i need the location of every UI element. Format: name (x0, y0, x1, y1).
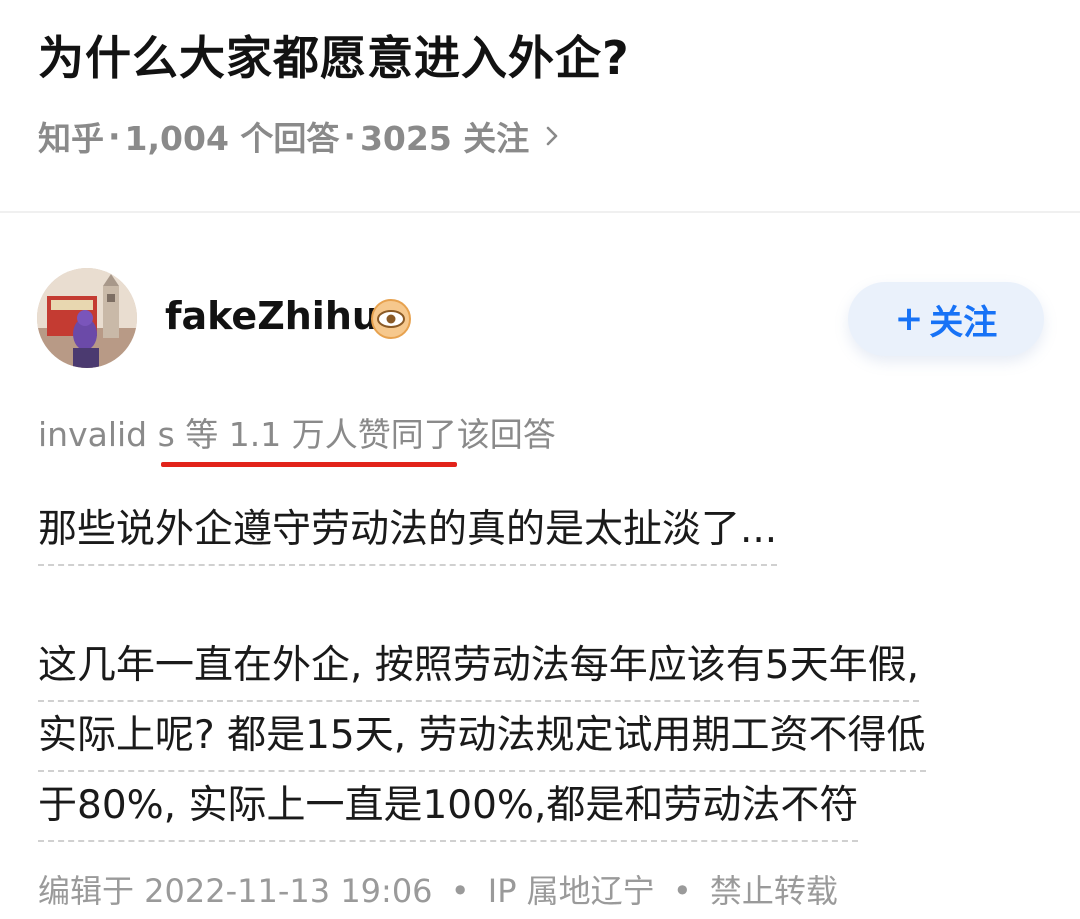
follow-label: 关注 (929, 302, 998, 343)
answer-line: 实际上呢? 都是15天, 劳动法规定试用期工资不得低 (38, 702, 926, 772)
plus-icon: + (894, 299, 924, 339)
follower-count: 3025 关注 (359, 119, 530, 158)
voters-line[interactable]: invalid s 等 1.1 万人赞同了该回答 (38, 408, 556, 456)
ip-location: IP 属地辽宁 (487, 872, 655, 910)
answer-body[interactable]: 那些说外企遵守劳动法的真的是太扯淡了... 这几年一直在外企, 按照劳动法每年应… (38, 496, 1048, 842)
author-name[interactable]: fakeZhihu (165, 294, 379, 338)
answer-line: 这几年一直在外企, 按照劳动法每年应该有5天年假, (38, 632, 920, 702)
edited-time: 编辑于 2022-11-13 19:06 (38, 872, 433, 910)
eye-badge-icon[interactable] (370, 298, 412, 340)
avatar-image (37, 268, 137, 368)
answer-line: 那些说外企遵守劳动法的真的是太扯淡了... (38, 496, 778, 566)
question-header: 为什么大家都愿意进入外企? 知乎 · 1,004 个回答 · 3025 关注 (0, 0, 1080, 210)
source-label: 知乎 (38, 119, 104, 158)
meta-separator: · (108, 116, 121, 156)
question-title[interactable]: 为什么大家都愿意进入外企? (38, 22, 630, 88)
red-underline-mark (161, 462, 457, 467)
follow-button[interactable]: + 关注 (848, 282, 1044, 356)
chevron-right-icon[interactable] (541, 125, 563, 147)
footer-meta: 编辑于 2022-11-13 19:06 • IP 属地辽宁 • 禁止转载 (38, 866, 838, 912)
answer-count: 1,004 个回答 (124, 119, 340, 158)
meta-separator: · (343, 116, 356, 156)
footer-dot: • (450, 872, 470, 910)
footer-dot: • (672, 872, 692, 910)
avatar[interactable] (37, 268, 137, 368)
section-divider (0, 211, 1080, 213)
copyright-notice: 禁止转载 (709, 872, 838, 910)
question-meta[interactable]: 知乎 · 1,004 个回答 · 3025 关注 (38, 112, 563, 160)
answer-line: 于80%, 实际上一直是100%,都是和劳动法不符 (38, 772, 859, 842)
author-row: fakeZhihu + 关注 (0, 262, 1080, 374)
